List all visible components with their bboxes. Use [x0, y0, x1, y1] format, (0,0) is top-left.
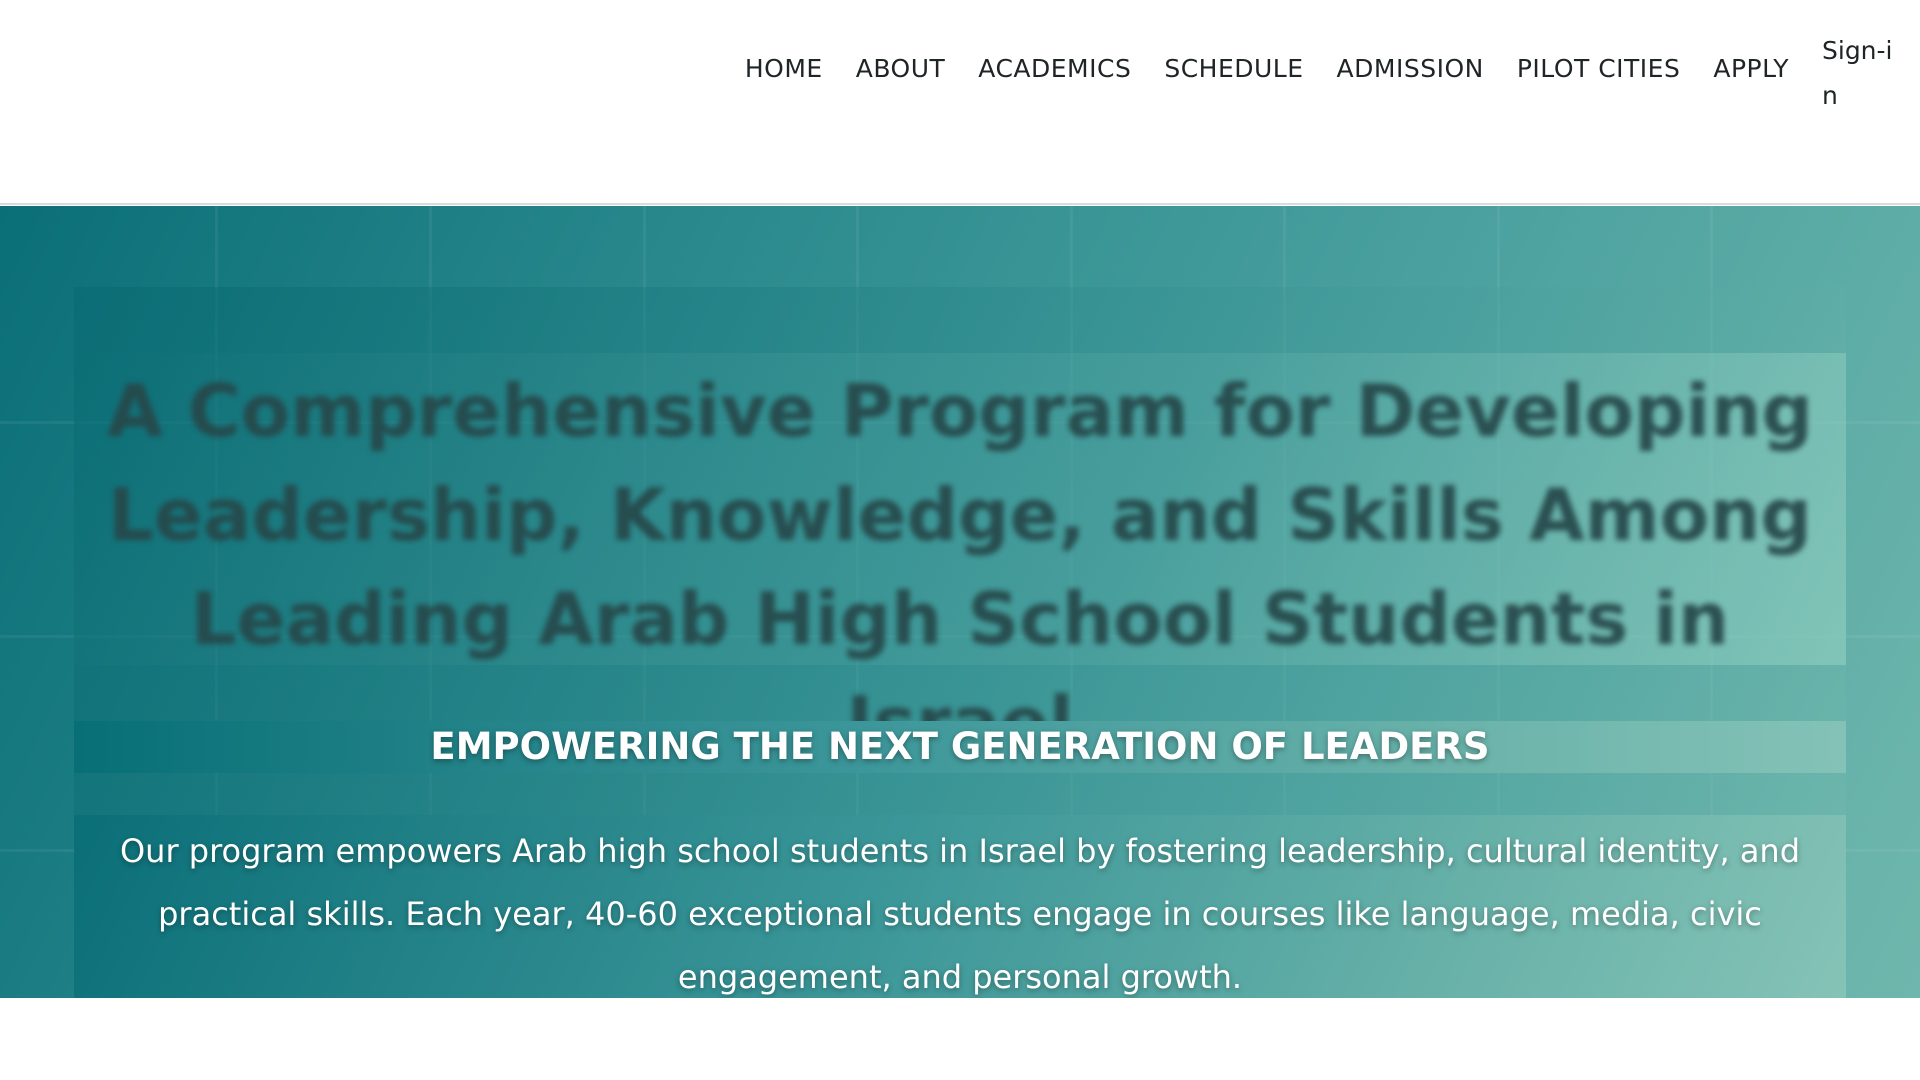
hero-section: A Comprehensive Program for Developing L… [0, 206, 1920, 998]
nav-schedule-link[interactable]: SCHEDULE [1164, 46, 1303, 91]
nav-admission-link[interactable]: ADMISSION [1337, 46, 1484, 91]
hero-description: Our program empowers Arab high school st… [119, 832, 1801, 996]
nav-about-link[interactable]: ABOUT [856, 46, 946, 91]
hero-headline: A Comprehensive Program for Developing L… [106, 369, 1814, 765]
sign-in-link[interactable]: Sign-in [1822, 28, 1898, 118]
site-header: HOME ABOUT ACADEMICS SCHEDULE ADMISSION … [0, 0, 1920, 205]
nav-apply-link[interactable]: APPLY [1713, 46, 1789, 91]
nav-pilot-cities-link[interactable]: PILOT CITIES [1517, 46, 1681, 91]
nav-home-link[interactable]: HOME [745, 46, 823, 91]
hero-tagline: EMPOWERING THE NEXT GENERATION OF LEADER… [430, 725, 1490, 768]
main-nav: HOME ABOUT ACADEMICS SCHEDULE ADMISSION … [745, 36, 1898, 136]
nav-academics-link[interactable]: ACADEMICS [978, 46, 1131, 91]
page: HOME ABOUT ACADEMICS SCHEDULE ADMISSION … [0, 0, 1920, 1080]
